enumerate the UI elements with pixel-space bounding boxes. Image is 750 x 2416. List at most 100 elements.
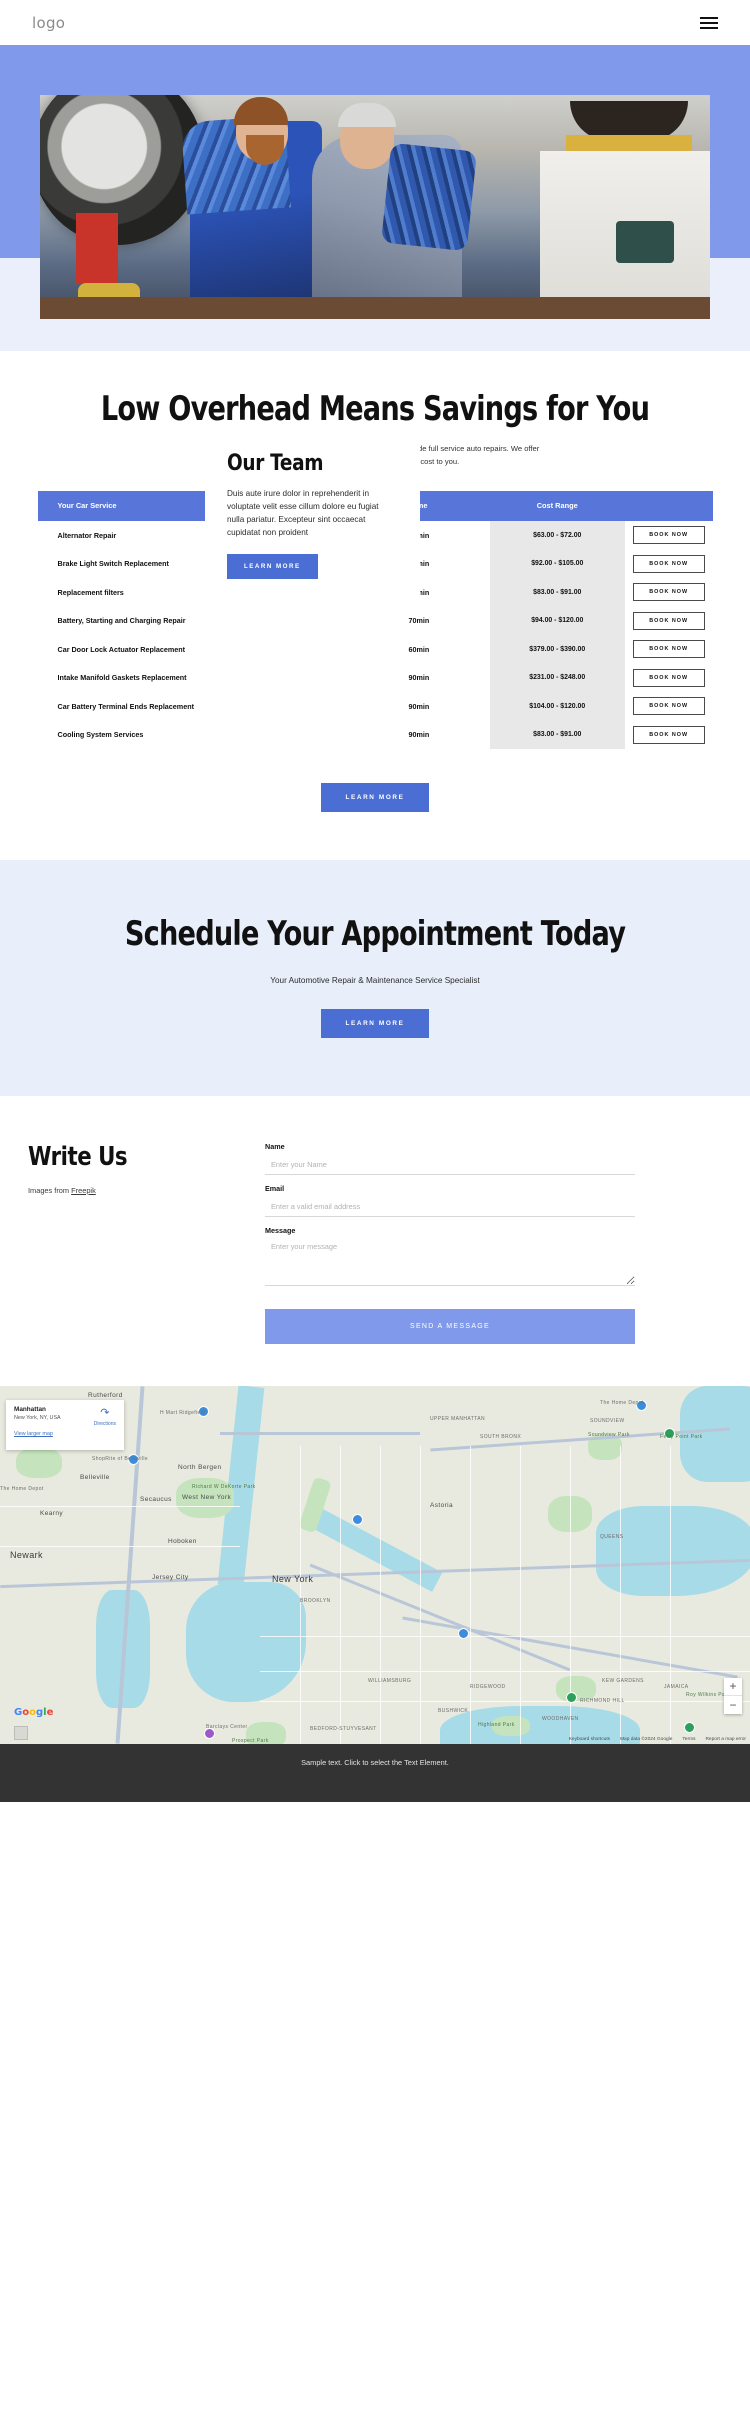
page-root: logo Our Team Duis aute irure dolor in r… [0, 0, 750, 1802]
map-place-label: Barclays Center [206, 1723, 248, 1730]
map-street-grid-1 [300, 1445, 301, 1744]
schedule-learn-more-button[interactable]: LEARN MORE [321, 1008, 429, 1038]
name-input[interactable] [265, 1155, 635, 1175]
site-logo[interactable]: logo [32, 14, 65, 32]
map-place-label: SOUTH BRONX [480, 1433, 522, 1440]
cell-cost: $104.00 - $120.00 [529, 702, 586, 710]
our-team-learn-more-button[interactable]: LEARN MORE [227, 553, 318, 579]
map-place-label: Newark [10, 1549, 43, 1560]
terms-link[interactable]: Terms [682, 1737, 695, 1742]
map-highway-bqe [309, 1563, 571, 1672]
message-textarea[interactable] [265, 1237, 635, 1286]
name-label: Name [265, 1141, 285, 1151]
directions-arrow-icon: ↷ [100, 1406, 110, 1419]
map-street-grid-3 [380, 1445, 381, 1744]
site-header: logo [0, 0, 750, 45]
schedule-section: Schedule Your Appointment Today Your Aut… [0, 859, 750, 1096]
email-label: Email [265, 1183, 285, 1193]
map-place-label: Prospect Park [232, 1737, 269, 1744]
google-logo-letter: G [14, 1706, 23, 1718]
book-now-button[interactable]: BOOK NOW [632, 611, 705, 630]
name-field-group: Name [265, 1142, 635, 1175]
image-credit: Images from Freepik [28, 1186, 265, 1195]
book-now-button[interactable]: BOOK NOW [632, 668, 705, 687]
map-poi-pin[interactable] [566, 1691, 577, 1703]
map-park-northwest [16, 1447, 62, 1478]
hero-inner [0, 45, 750, 319]
cell-action: BOOK NOW [625, 611, 713, 630]
map-street-grid-5 [470, 1445, 471, 1744]
map-place-label: Secaucus [140, 1495, 172, 1503]
map-street-grid-6 [520, 1445, 521, 1744]
book-now-button[interactable]: BOOK NOW [632, 526, 705, 545]
google-logo-letter: e [46, 1706, 54, 1718]
book-now-button[interactable]: BOOK NOW [632, 640, 705, 659]
hamburger-bar [700, 26, 718, 29]
book-now-button[interactable]: BOOK NOW [632, 725, 705, 744]
email-input[interactable] [265, 1197, 635, 1217]
contact-section: Write Us Images from Freepik Name Email … [0, 1095, 750, 1386]
map-place-label: BROOKLYN [300, 1597, 331, 1604]
site-footer: Sample text. Click to select the Text El… [0, 1743, 750, 1802]
map-poi-pin[interactable] [684, 1721, 695, 1733]
hamburger-menu-icon[interactable] [700, 16, 718, 29]
map-poi-pin[interactable] [458, 1627, 469, 1639]
map-poi-pin[interactable] [352, 1513, 363, 1525]
cell-cost: $231.00 - $248.00 [529, 674, 586, 682]
map-streetview-thumbnail[interactable] [14, 1725, 28, 1740]
map-place-label: Richard W DeKorte Park [192, 1483, 256, 1490]
cell-cost: $83.00 - $91.00 [533, 588, 582, 596]
map-place-label: ShopRite of Belleville [92, 1455, 149, 1462]
map-place-label: Kearny [40, 1509, 63, 1517]
photo-van-window [616, 221, 674, 263]
map-street-row-1 [260, 1635, 750, 1637]
freepik-link[interactable]: Freepik [71, 1186, 96, 1195]
photo-toolbox-red [76, 213, 118, 283]
our-team-description: Duis aute irure dolor in reprehenderit i… [227, 489, 379, 537]
cell-time: 90min [408, 730, 430, 740]
cell-service: Intake Manifold Gaskets Replacement [57, 673, 187, 683]
our-team-title: Our Team [227, 451, 324, 476]
table-row: Cooling System Services 90min $83.00 - $91… [38, 720, 713, 749]
map-place-label: WOODHAVEN [542, 1715, 579, 1722]
hamburger-bar [700, 21, 718, 24]
map-place-label: Jersey City [152, 1573, 189, 1581]
map-place-label: Highland Park [478, 1721, 515, 1728]
send-message-button[interactable]: SEND A MESSAGE [265, 1308, 635, 1344]
map-place-label: Ferry Point Park [660, 1433, 703, 1440]
view-larger-map-link[interactable]: View larger map [14, 1431, 116, 1437]
map-street-grid-2 [340, 1445, 341, 1744]
map-zoom-in-button[interactable]: + [724, 1678, 742, 1696]
footer-sample-text[interactable]: Sample text. Click to select the Text El… [301, 1758, 449, 1767]
map-attribution-bar: Keyboard shortcuts Map data ©2024 Google… [569, 1737, 746, 1742]
map-place-label: Soundview Park [588, 1431, 630, 1438]
map-place-label: RIDGEWOOD [470, 1683, 506, 1690]
schedule-subtitle: Your Automotive Repair & Maintenance Ser… [270, 975, 480, 985]
map-place-label: Rutherford [88, 1391, 123, 1399]
map-place-label: The Home Depot [600, 1399, 644, 1406]
book-now-button[interactable]: BOOK NOW [632, 583, 705, 602]
map-directions-button[interactable]: ↷ Directions [94, 1406, 116, 1427]
pricing-learn-more-button[interactable]: LEARN MORE [321, 782, 429, 812]
cell-service: Cooling System Services [57, 730, 144, 740]
map-street-row-2 [260, 1670, 750, 1672]
report-map-error-link[interactable]: Report a map error [705, 1737, 746, 1742]
map-zoom-controls: + − [724, 1677, 742, 1714]
book-now-button[interactable]: BOOK NOW [632, 697, 705, 716]
photo-hair-senior [338, 103, 396, 127]
map-street-grid-4 [420, 1445, 421, 1744]
map-place-label: QUEENS [600, 1533, 624, 1540]
map-zoom-out-button[interactable]: − [724, 1696, 742, 1714]
keyboard-shortcuts-link[interactable]: Keyboard shortcuts [569, 1737, 610, 1742]
map-place-label: BUSHWICK [438, 1707, 469, 1714]
map-place-label: JAMAICA [664, 1683, 689, 1690]
book-now-button[interactable]: BOOK NOW [632, 554, 705, 573]
map-place-label: SOUNDVIEW [590, 1417, 625, 1424]
table-row: Car Door Lock Actuator Replacement 60min $… [38, 635, 713, 664]
map-street-grid-9 [670, 1445, 671, 1744]
map-section[interactable]: Rutherford H Mart Ridgefield The Home Depo… [0, 1385, 750, 1744]
map-place-label: West New York [182, 1493, 232, 1501]
email-field-group: Email [265, 1184, 635, 1217]
cell-cost: $83.00 - $91.00 [533, 731, 582, 739]
cell-time: 90min [408, 701, 430, 711]
